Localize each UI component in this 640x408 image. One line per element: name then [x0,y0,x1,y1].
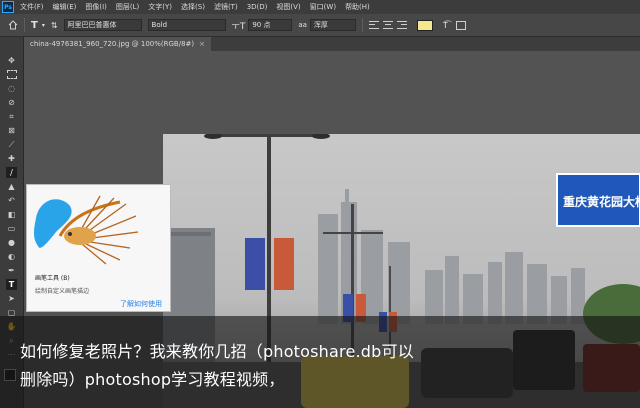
blur-icon[interactable]: ● [6,237,17,248]
type-icon[interactable]: T [6,279,17,290]
home-icon[interactable] [8,20,18,30]
menu-image[interactable]: 图像(I) [85,2,107,12]
menu-bar: Ps 文件(F) 编辑(E) 图像(I) 图层(L) 文字(Y) 选择(S) 滤… [0,0,640,14]
healing-icon[interactable]: ✚ [6,153,17,164]
font-size-select[interactable]: 90 点 [248,19,293,31]
tooltip-description: 绘制自定义画笔描边 [35,288,90,295]
menu-help[interactable]: 帮助(H) [345,2,370,12]
document-tab-bar: china-4976381_960_720.jpg @ 100%(RGB/8#)… [24,37,640,51]
align-right-icon[interactable] [396,20,407,30]
gradient-icon[interactable]: ▭ [6,223,17,234]
dodge-icon[interactable]: ◐ [6,251,17,262]
separator [24,18,25,32]
brush-icon[interactable]: ∕ [6,167,17,178]
antialias-value: 浑厚 [313,21,328,29]
pen-icon[interactable]: ✒ [6,265,17,276]
stamp-icon[interactable]: ▲ [6,181,17,192]
align-center-icon[interactable] [382,20,393,30]
photoshop-logo[interactable]: Ps [2,1,14,13]
history-brush-icon[interactable]: ↶ [6,195,17,206]
font-style-select[interactable]: Bold [147,19,226,31]
warp-text-icon[interactable]: T͡ [443,21,448,30]
align-left-icon[interactable] [368,20,379,30]
marquee-icon[interactable] [6,69,17,80]
eyedropper-icon[interactable]: ⟋ [6,139,17,150]
document-tab[interactable]: china-4976381_960_720.jpg @ 100%(RGB/8#)… [24,37,212,51]
antialias-icon: aa [298,21,307,29]
caption-line-1: 如何修复老照片？我来教你几招（photoshare.db可以 [20,342,414,361]
font-size-value: 90 点 [252,21,271,29]
orientation-icon[interactable]: ⇅ [51,21,58,30]
font-size-icon: ㅜT [231,21,246,32]
font-style-value: Bold [151,21,168,29]
chevron-down-icon[interactable]: ▾ [42,22,45,29]
caption-overlay: 如何修复老照片？我来教你几招（photoshare.db可以 删除吗）photo… [0,316,640,408]
antialias-select[interactable]: 浑厚 [309,19,356,31]
road-sign-text: 重庆黄花园大桥 [563,194,640,209]
font-family-select[interactable]: 阿里巴巴普惠体 [63,19,142,31]
learn-how-link[interactable]: 了解如何使用 [120,299,162,309]
menu-select[interactable]: 选择(S) [181,2,205,12]
menu-view[interactable]: 视图(V) [276,2,300,12]
menu-window[interactable]: 窗口(W) [310,2,336,12]
type-tool-preset[interactable]: T [31,20,38,31]
menu-layer[interactable]: 图层(L) [116,2,139,12]
menu-3d[interactable]: 3D(D) [247,3,268,11]
menu-filter[interactable]: 滤镜(T) [214,2,238,12]
path-select-icon[interactable]: ➤ [6,293,17,304]
crop-icon[interactable]: ⌗ [6,111,17,122]
eraser-icon[interactable]: ◧ [6,209,17,220]
quick-select-icon[interactable]: ⊘ [6,97,17,108]
text-color-swatch[interactable] [416,19,433,31]
panels-icon[interactable] [455,20,466,30]
options-bar: T ▾ ⇅ 阿里巴巴普惠体 Bold ㅜT 90 点 aa 浑厚 T͡ [0,14,640,37]
brush-demo-illustration [34,195,139,265]
caption-line-2: 删除吗）photoshop学习教程视频， [20,370,285,389]
font-family-value: 阿里巴巴普惠体 [67,21,117,29]
move-icon[interactable]: ✥ [6,55,17,66]
menu-type[interactable]: 文字(Y) [148,2,172,12]
tooltip-title: 画笔工具 (B) [35,275,70,282]
menu-edit[interactable]: 编辑(E) [53,2,77,12]
separator [361,18,363,32]
menu-file[interactable]: 文件(F) [20,2,44,12]
brush-tool-tooltip: 画笔工具 (B) 绘制自定义画笔描边 了解如何使用 [26,184,171,312]
document-title: china-4976381_960_720.jpg @ 100%(RGB/8#) [30,40,195,48]
close-icon[interactable]: × [199,40,205,48]
lasso-icon[interactable]: ◌ [6,83,17,94]
frame-icon[interactable]: ⊠ [6,125,17,136]
